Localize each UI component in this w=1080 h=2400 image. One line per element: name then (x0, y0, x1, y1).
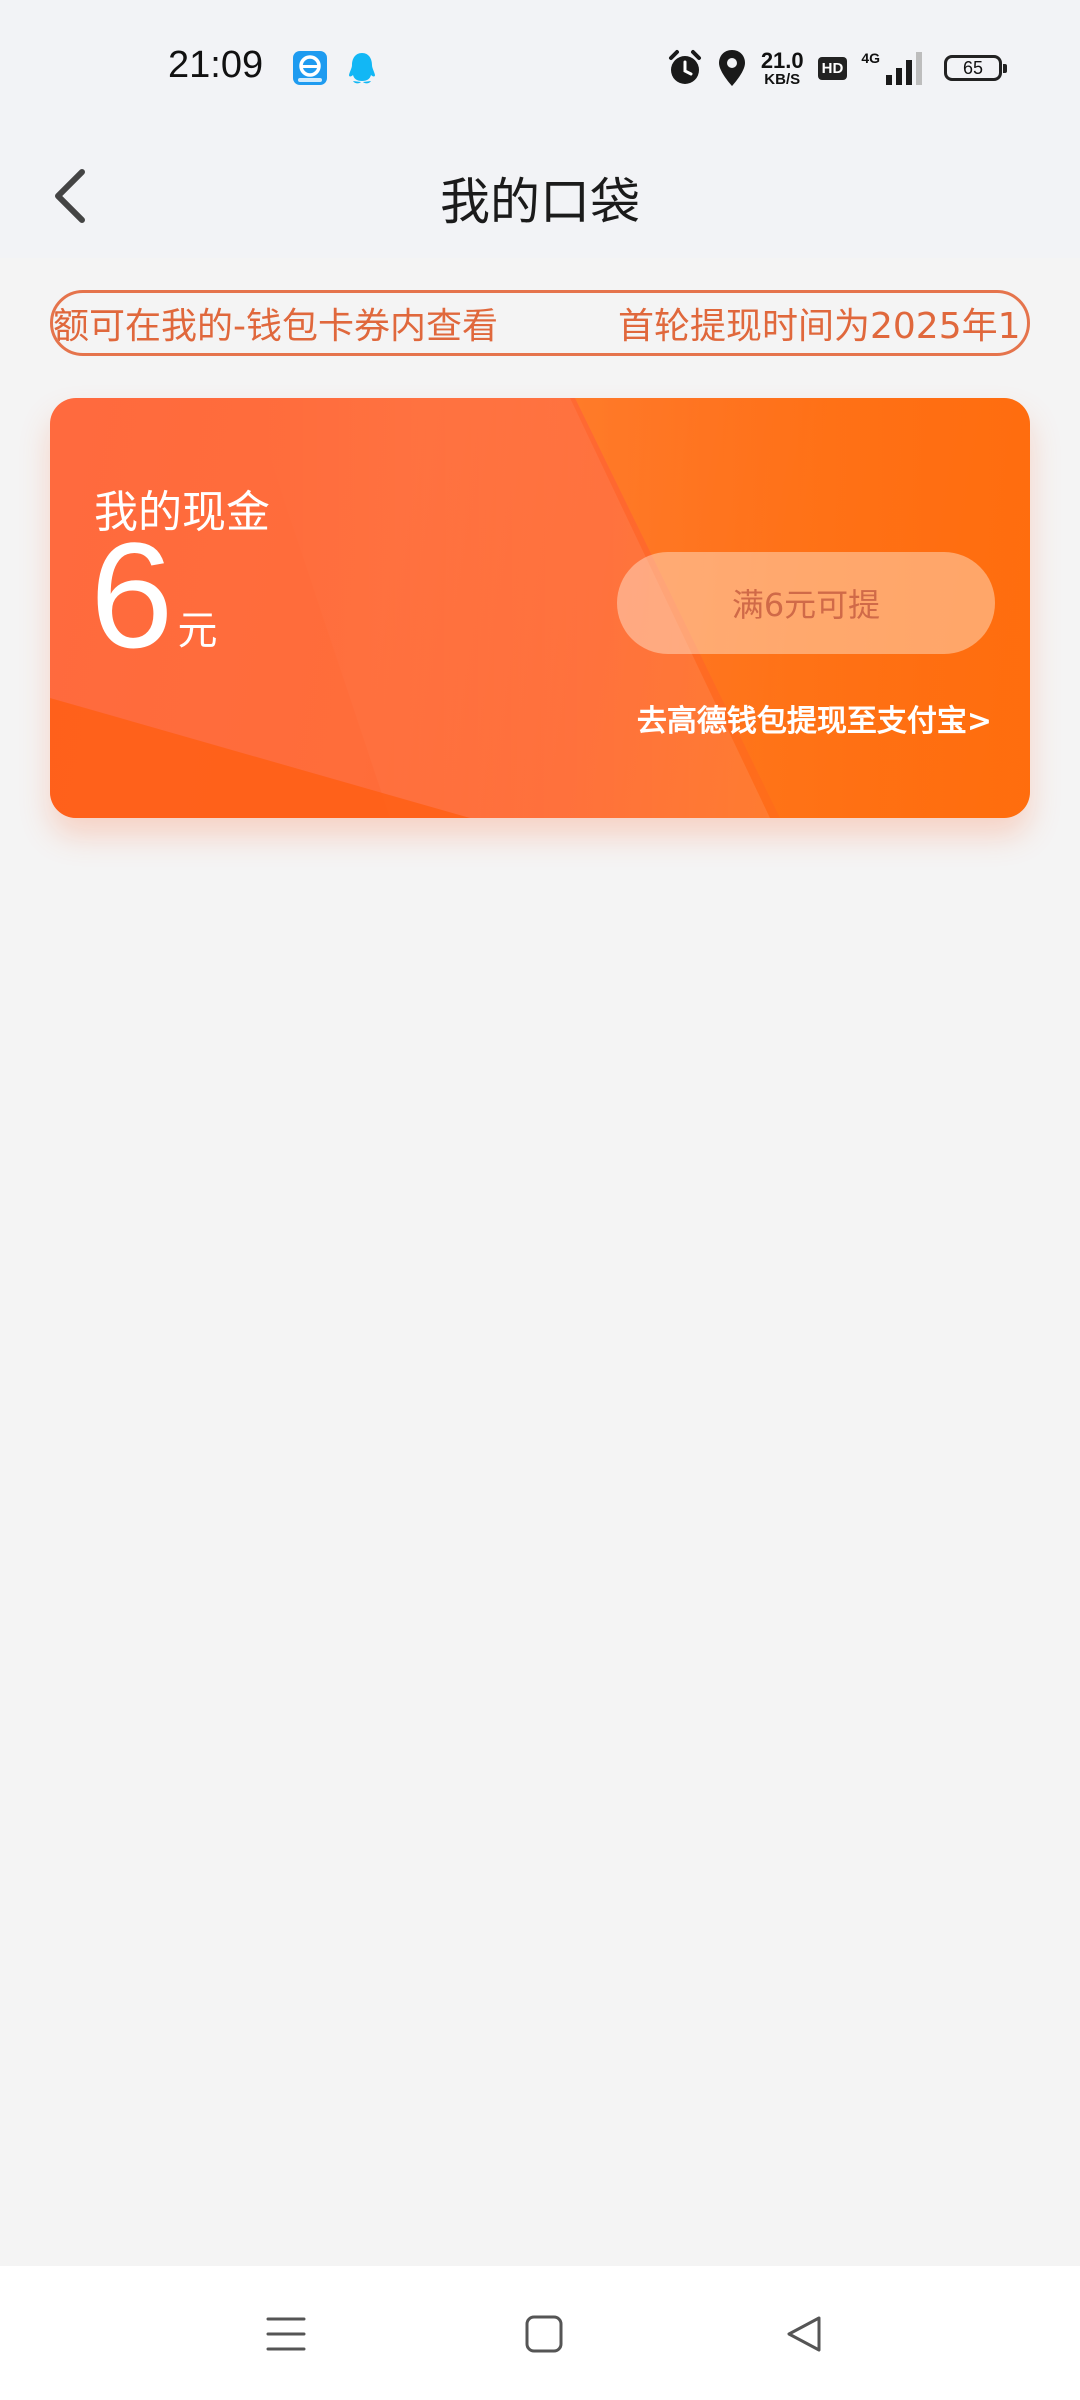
alarm-icon (668, 50, 701, 84)
status-right-group: 21.0 KB/S HD 4G 65 (667, 46, 1007, 90)
battery-icon: 65 (944, 55, 1007, 81)
cash-amount: 6 元 (90, 520, 217, 670)
home-icon (525, 2315, 563, 2353)
cash-amount-unit: 元 (177, 608, 218, 654)
menu-icon (266, 2317, 306, 2351)
notice-text: 额可在我的-钱包卡券内查看 (53, 306, 498, 347)
notice-text: 首轮提现时间为2025年1 (618, 306, 1021, 347)
network-type: 4G (861, 50, 880, 66)
page-title: 我的口袋 (440, 173, 640, 231)
cash-card: 我的现金 6 元 满6元可提 去高德钱包提现至支付宝> (50, 398, 1030, 818)
system-nav-bar (0, 2266, 1080, 2400)
notice-marquee[interactable]: 额可在我的-钱包卡券内查看 首轮提现时间为2025年1 (50, 290, 1030, 356)
alipay-withdraw-link[interactable]: 去高德钱包提现至支付宝> (637, 696, 992, 740)
battery-level: 65 (962, 57, 984, 78)
eleme-app-icon (293, 51, 327, 85)
back-triangle-icon (787, 2316, 821, 2352)
hd-icon: HD (817, 56, 848, 80)
qq-app-icon (349, 53, 375, 84)
page-header: 我的口袋 (0, 140, 1080, 258)
nav-back-button[interactable] (774, 2304, 834, 2364)
nav-menu-button[interactable] (256, 2304, 316, 2364)
cash-amount-value: 6 (90, 511, 174, 679)
signal-4g-icon (886, 52, 922, 85)
status-bar: 21:09 21.0 KB/S HD 4G 65 (0, 0, 1080, 140)
nav-home-button[interactable] (514, 2304, 574, 2364)
net-speed: 21.0 KB/S (760, 47, 804, 88)
status-time: 21:09 (168, 44, 264, 86)
location-icon (718, 50, 745, 86)
notice-track: 额可在我的-钱包卡券内查看 首轮提现时间为2025年1 (53, 293, 1021, 353)
withdraw-button[interactable]: 满6元可提 (617, 552, 995, 654)
